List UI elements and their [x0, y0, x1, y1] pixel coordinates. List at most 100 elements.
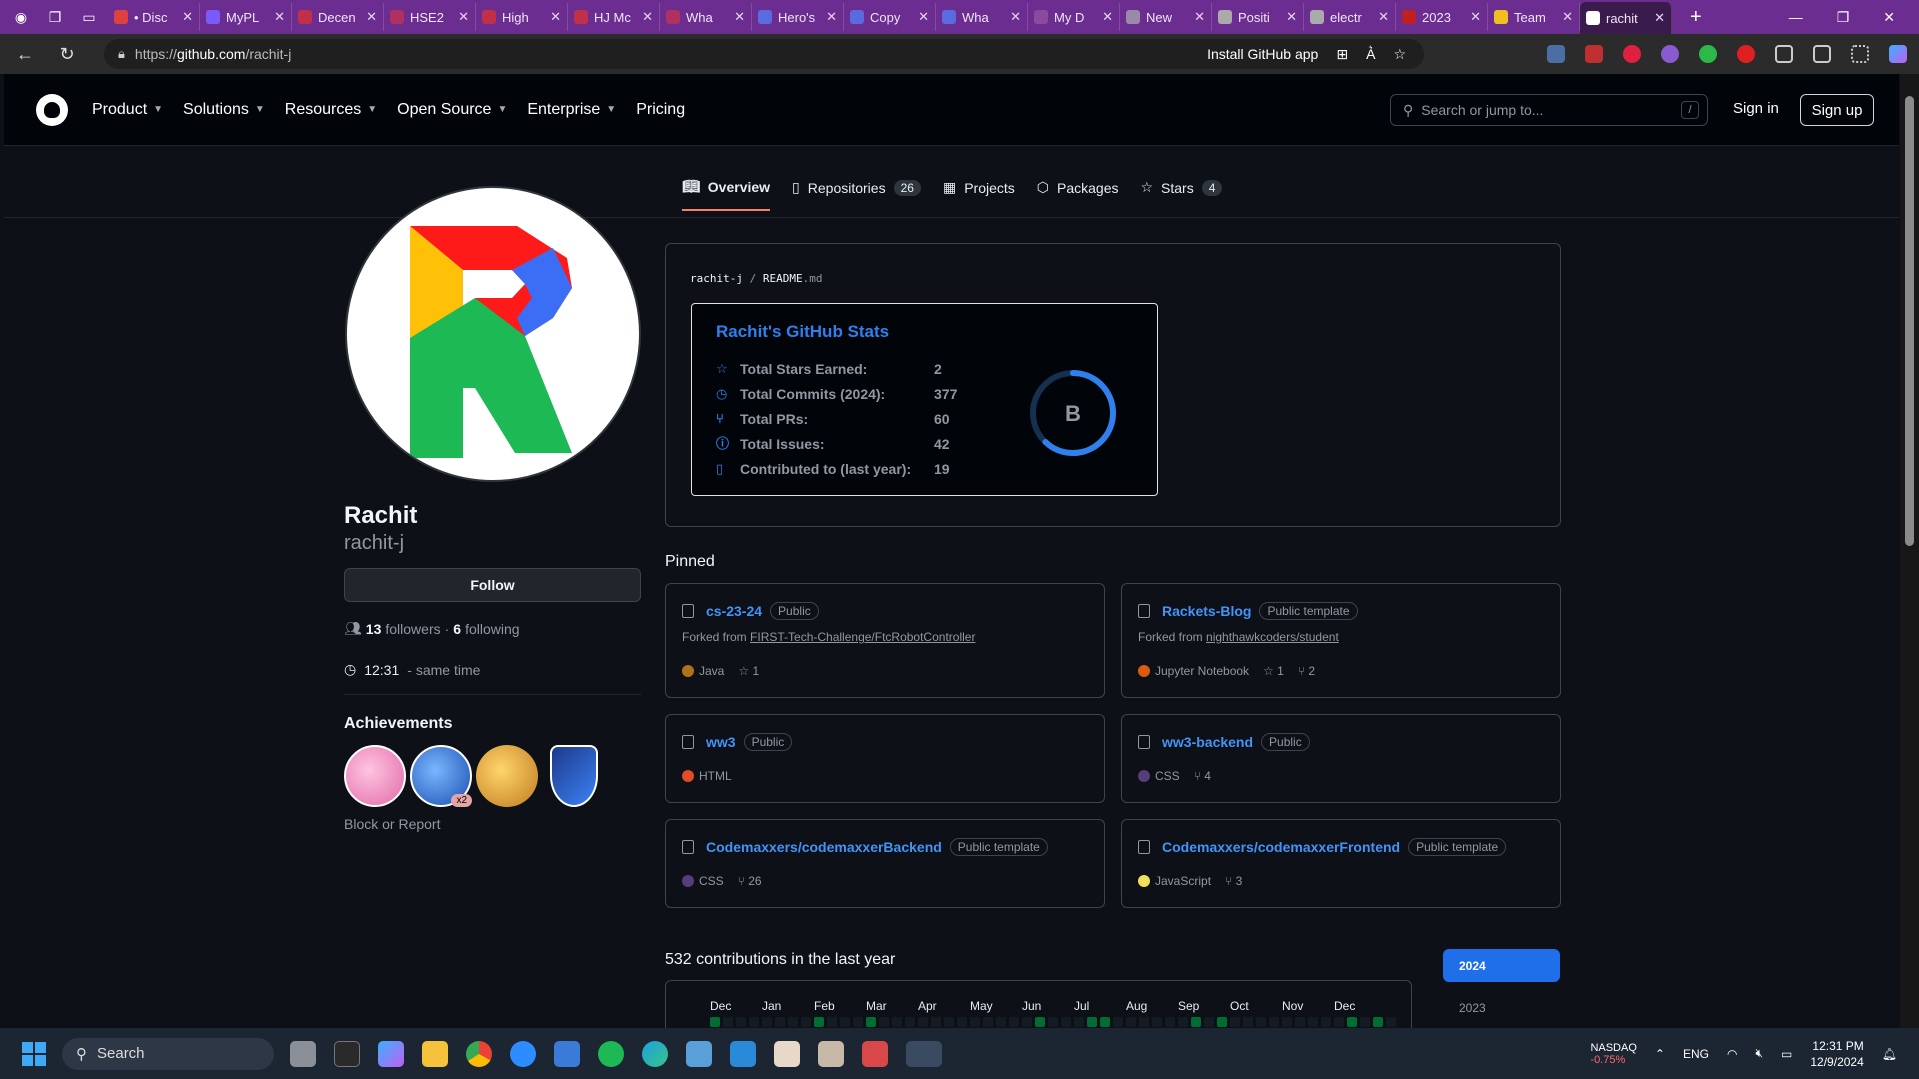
- contribution-day-cell[interactable]: [1178, 1017, 1188, 1027]
- contribution-day-cell[interactable]: [1113, 1017, 1123, 1027]
- contribution-day-cell[interactable]: [879, 1017, 889, 1027]
- contribution-day-cell[interactable]: [1074, 1017, 1084, 1027]
- browser-tab[interactable]: Copy ✕: [844, 3, 936, 31]
- file-explorer-icon[interactable]: [422, 1040, 448, 1067]
- browser-tab[interactable]: electr ✕: [1304, 3, 1396, 31]
- contribution-day-cell[interactable]: [866, 1017, 876, 1027]
- contribution-day-cell[interactable]: [1139, 1017, 1149, 1027]
- close-tab-icon[interactable]: ✕: [826, 9, 837, 25]
- close-tab-icon[interactable]: ✕: [182, 9, 193, 25]
- refresh-icon[interactable]: ↻: [50, 39, 84, 69]
- contribution-day-cell[interactable]: [1061, 1017, 1071, 1027]
- close-tab-icon[interactable]: ✕: [1654, 10, 1665, 26]
- contribution-day-cell[interactable]: [1009, 1017, 1019, 1027]
- contribution-day-cell[interactable]: [957, 1017, 967, 1027]
- browser-tab[interactable]: My D ✕: [1028, 3, 1120, 31]
- taskbar-search[interactable]: ⚲ Search: [62, 1037, 274, 1070]
- browser-tab[interactable]: • Disc ✕: [108, 3, 200, 31]
- tab-packages[interactable]: ⬡ Packages: [1037, 178, 1119, 211]
- contribution-day-cell[interactable]: [1165, 1017, 1175, 1027]
- favorite-star-icon[interactable]: ☆: [1393, 46, 1406, 63]
- sign-in-link[interactable]: Sign in: [1733, 100, 1779, 117]
- repo-stars-link[interactable]: ☆ 1: [1263, 664, 1284, 678]
- more-menu-icon[interactable]: [1851, 45, 1869, 63]
- browser-tab[interactable]: Decen ✕: [292, 3, 384, 31]
- contribution-day-cell[interactable]: [918, 1017, 928, 1027]
- browser-tab[interactable]: HSE2 ✕: [384, 3, 476, 31]
- edge-icon[interactable]: [642, 1040, 668, 1067]
- extension-icon[interactable]: [1661, 45, 1679, 63]
- contribution-day-cell[interactable]: [1035, 1017, 1045, 1027]
- followers-label[interactable]: followers: [385, 621, 440, 637]
- contribution-day-cell[interactable]: [814, 1017, 824, 1027]
- contribution-day-cell[interactable]: [749, 1017, 759, 1027]
- extension-icon[interactable]: [1585, 45, 1603, 63]
- repo-forks-link[interactable]: ⑂ 26: [738, 874, 762, 888]
- browser-tab[interactable]: Wha ✕: [660, 3, 752, 31]
- extension-icon[interactable]: [1547, 45, 1565, 63]
- active-app-icon[interactable]: [906, 1040, 942, 1067]
- tab-stars[interactable]: ☆ Stars 4: [1140, 178, 1223, 211]
- contribution-day-cell[interactable]: [1282, 1017, 1292, 1027]
- contribution-day-cell[interactable]: [788, 1017, 798, 1027]
- restore-icon[interactable]: ❐: [1837, 9, 1850, 26]
- install-app-button[interactable]: Install GitHub app: [1207, 46, 1318, 62]
- following-label[interactable]: following: [465, 621, 519, 637]
- chrome-icon[interactable]: [466, 1040, 492, 1067]
- copilot-icon[interactable]: [378, 1040, 404, 1067]
- quickdraw-achievement-icon[interactable]: [476, 745, 538, 807]
- contribution-day-cell[interactable]: [762, 1017, 772, 1027]
- taskbar-clock[interactable]: 12:31 PM 12/9/2024: [1810, 1038, 1863, 1070]
- contribution-day-cell[interactable]: [996, 1017, 1006, 1027]
- year-2024-button[interactable]: 2024: [1443, 949, 1560, 982]
- read-aloud-icon[interactable]: A͛: [1366, 46, 1375, 62]
- page-scrollbar[interactable]: [1900, 74, 1919, 1028]
- contribution-day-cell[interactable]: [853, 1017, 863, 1027]
- contribution-day-cell[interactable]: [1269, 1017, 1279, 1027]
- contribution-day-cell[interactable]: [1334, 1017, 1344, 1027]
- contribution-day-cell[interactable]: [905, 1017, 915, 1027]
- close-tab-icon[interactable]: ✕: [1562, 9, 1573, 25]
- notification-bell-icon[interactable]: 🔔︎: [1882, 1047, 1897, 1061]
- outlook-icon[interactable]: [730, 1040, 756, 1067]
- close-window-icon[interactable]: ✕: [1883, 9, 1895, 26]
- contribution-day-cell[interactable]: [1347, 1017, 1357, 1027]
- contribution-day-cell[interactable]: [1295, 1017, 1305, 1027]
- repo-name-link[interactable]: ww3: [706, 734, 736, 750]
- contribution-day-cell[interactable]: [801, 1017, 811, 1027]
- contribution-day-cell[interactable]: [892, 1017, 902, 1027]
- browser-tab[interactable]: Hero's ✕: [752, 3, 844, 31]
- minimize-icon[interactable]: —: [1789, 9, 1803, 25]
- lock-icon[interactable]: 🔒︎: [118, 46, 125, 62]
- fork-source-link[interactable]: FIRST-Tech-Challenge/FtcRobotController: [750, 630, 975, 644]
- tab-overview[interactable]: 📖︎ Overview: [682, 178, 771, 211]
- photos-icon[interactable]: [686, 1040, 712, 1067]
- repo-name-link[interactable]: Rackets-Blog: [1162, 603, 1251, 619]
- close-tab-icon[interactable]: ✕: [642, 9, 653, 25]
- browser-profile-icon[interactable]: ◉: [8, 4, 34, 30]
- achievements-title[interactable]: Achievements: [344, 715, 453, 733]
- copilot-icon[interactable]: [1889, 45, 1907, 63]
- extension-icon[interactable]: [1699, 45, 1717, 63]
- browser-tab[interactable]: New ✕: [1120, 3, 1212, 31]
- repo-stars-link[interactable]: ☆ 1: [738, 664, 759, 678]
- extensions-puzzle-icon[interactable]: [1775, 45, 1793, 63]
- contribution-day-cell[interactable]: [827, 1017, 837, 1027]
- back-icon[interactable]: ←: [8, 39, 42, 69]
- store-icon[interactable]: [554, 1040, 580, 1067]
- paint-icon[interactable]: [774, 1040, 800, 1067]
- contribution-day-cell[interactable]: [1243, 1017, 1253, 1027]
- extension-icon[interactable]: [1737, 45, 1755, 63]
- github-logo-icon[interactable]: [36, 93, 68, 126]
- close-tab-icon[interactable]: ✕: [1378, 9, 1389, 25]
- repo-name-link[interactable]: ww3-backend: [1162, 734, 1253, 750]
- contribution-day-cell[interactable]: [931, 1017, 941, 1027]
- close-tab-icon[interactable]: ✕: [1470, 9, 1481, 25]
- spotify-icon[interactable]: [598, 1040, 624, 1067]
- browser-tab[interactable]: rachit ✕: [1580, 2, 1672, 34]
- repo-forks-link[interactable]: ⑂ 4: [1194, 769, 1211, 783]
- contribution-day-cell[interactable]: [1256, 1017, 1266, 1027]
- browser-tab[interactable]: High ✕: [476, 3, 568, 31]
- close-tab-icon[interactable]: ✕: [366, 9, 377, 25]
- close-tab-icon[interactable]: ✕: [274, 9, 285, 25]
